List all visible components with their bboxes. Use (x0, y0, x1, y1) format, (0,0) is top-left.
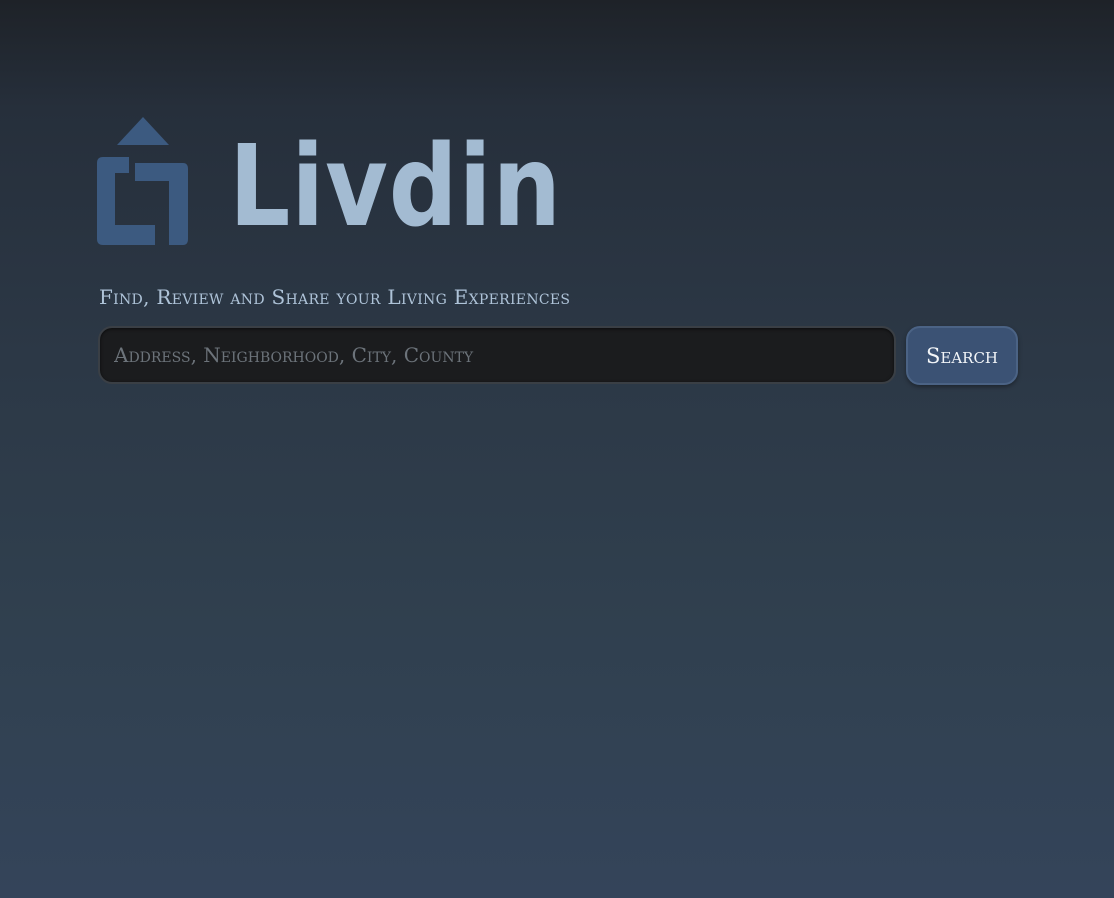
brand-name: Livdin (229, 122, 562, 252)
brand-logo: Livdin (97, 117, 561, 247)
tagline: Find, Review and Share your Living Exper… (99, 285, 571, 309)
search-button[interactable]: Search (906, 326, 1018, 385)
house-arrow-icon (97, 117, 188, 245)
search-input[interactable] (98, 326, 896, 384)
